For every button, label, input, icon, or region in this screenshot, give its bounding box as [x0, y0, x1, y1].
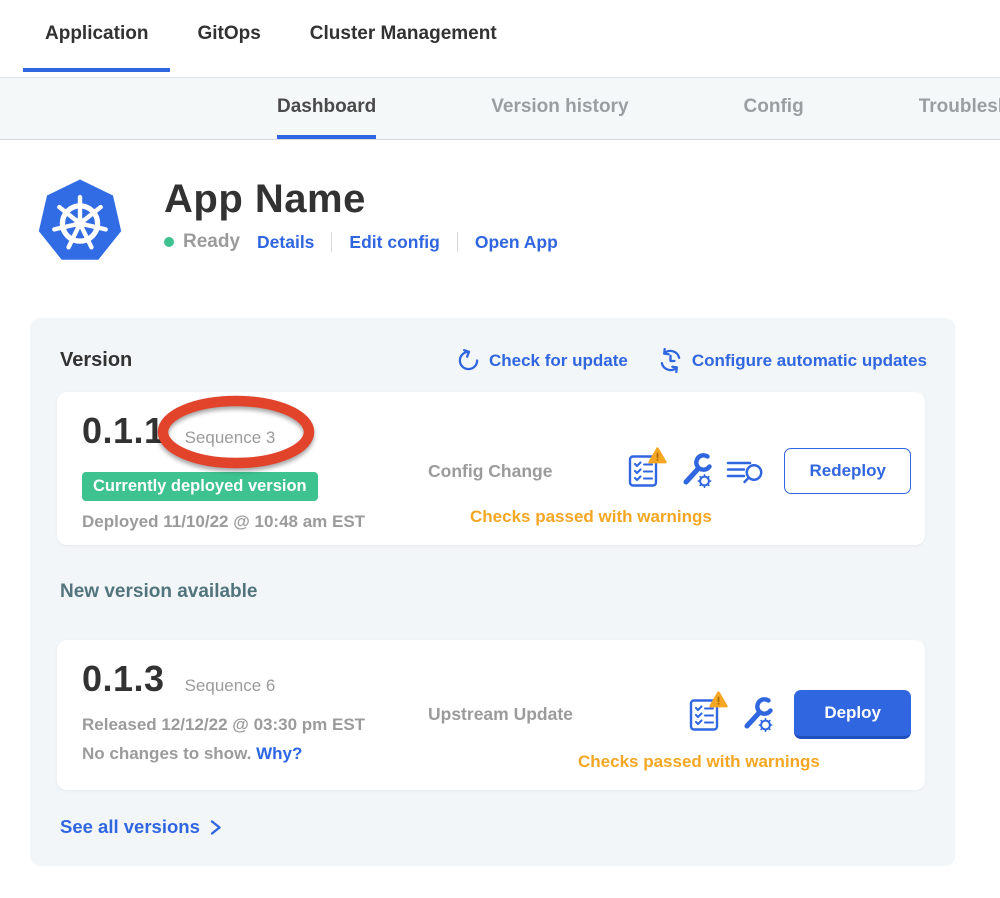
edit-config-link[interactable]: Edit config: [349, 232, 439, 253]
new-version-number: 0.1.3: [82, 658, 165, 700]
wrench-gear-icon: [738, 697, 774, 733]
see-all-versions-label: See all versions: [60, 816, 200, 838]
current-version-row: 0.1.1 Sequence 3 Currently deployed vers…: [57, 392, 925, 545]
tab-dashboard[interactable]: Dashboard: [277, 78, 376, 139]
status-label: Ready: [183, 231, 240, 253]
deployed-timestamp: Deployed 11/10/22 @ 10:48 am EST: [82, 512, 428, 532]
tab-application[interactable]: Application: [23, 0, 170, 72]
current-version-number: 0.1.1: [82, 410, 165, 452]
check-for-update-link[interactable]: Check for update: [457, 349, 628, 372]
configure-automatic-updates-link[interactable]: Configure automatic updates: [658, 348, 927, 373]
tab-config[interactable]: Config: [744, 78, 804, 139]
version-card: Version Check for update Configure autom…: [30, 318, 955, 866]
file-diff-icon: [726, 455, 764, 487]
warning-triangle-icon: [648, 447, 667, 464]
currently-deployed-badge: Currently deployed version: [82, 472, 318, 501]
new-sequence-label: Sequence 6: [185, 676, 276, 696]
view-files-icon[interactable]: [726, 455, 764, 487]
deploy-button[interactable]: Deploy: [794, 690, 911, 739]
no-changes-text: No changes to show.: [82, 744, 251, 763]
see-all-versions-link[interactable]: See all versions: [60, 816, 222, 838]
tab-troubleshoot[interactable]: Troubleshoot: [919, 78, 1000, 139]
tab-version-history[interactable]: Version history: [491, 78, 628, 139]
schedule-icon: [658, 348, 683, 373]
configure-automatic-updates-label: Configure automatic updates: [692, 351, 927, 371]
preflight-status-text: Checks passed with warnings: [578, 752, 911, 772]
open-app-link[interactable]: Open App: [475, 232, 558, 253]
tab-cluster-management[interactable]: Cluster Management: [288, 0, 519, 72]
why-link[interactable]: Why?: [256, 744, 302, 763]
sub-nav: Dashboard Version history Config Trouble…: [0, 77, 1000, 140]
app-header: App Name Ready Details Edit config Open …: [36, 176, 558, 264]
details-link[interactable]: Details: [257, 232, 314, 253]
release-source-label: Config Change: [428, 461, 552, 482]
redeploy-button[interactable]: Redeploy: [784, 448, 911, 494]
release-source-label: Upstream Update: [428, 704, 573, 725]
edit-config-icon[interactable]: [738, 697, 774, 733]
edit-config-icon[interactable]: [677, 453, 713, 489]
check-for-update-label: Check for update: [489, 351, 628, 371]
current-sequence-label: Sequence 3: [185, 428, 276, 448]
divider: [457, 232, 458, 252]
divider: [331, 232, 332, 252]
new-version-row: 0.1.3 Sequence 6 Released 12/12/22 @ 03:…: [57, 640, 925, 790]
status-dot: [164, 237, 174, 247]
preflight-status-text: Checks passed with warnings: [470, 507, 911, 527]
warning-triangle-icon: [709, 691, 728, 708]
page-title: App Name: [164, 176, 558, 222]
top-nav: Application GitOps Cluster Management: [0, 0, 1000, 72]
chevron-right-icon: [209, 819, 222, 836]
wrench-gear-icon: [677, 453, 713, 489]
new-version-heading: New version available: [60, 581, 955, 603]
preflight-checks-icon[interactable]: [628, 453, 664, 489]
version-card-title: Version: [60, 349, 132, 372]
kubernetes-icon: [36, 176, 124, 264]
released-timestamp: Released 12/12/22 @ 03:30 pm EST: [82, 715, 428, 735]
tab-gitops[interactable]: GitOps: [175, 0, 282, 72]
refresh-icon: [457, 349, 480, 372]
preflight-checks-icon[interactable]: [689, 697, 725, 733]
